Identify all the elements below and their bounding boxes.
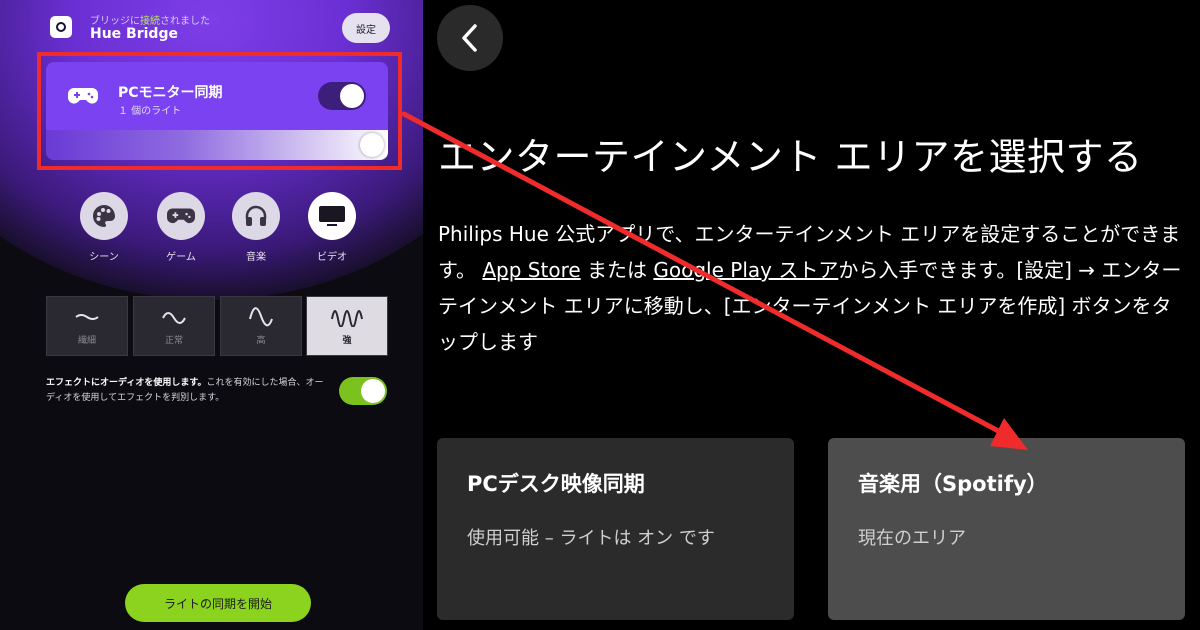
audio-toggle[interactable] bbox=[339, 377, 387, 405]
start-sync-button[interactable]: ライトの同期を開始 bbox=[125, 584, 311, 622]
wave-high-icon bbox=[249, 307, 273, 327]
area-card-title: 音楽用（Spotify） bbox=[858, 472, 1048, 496]
intensity-label: 強 bbox=[342, 336, 352, 346]
intensity-normal[interactable]: 正常 bbox=[133, 296, 215, 356]
palette-icon bbox=[93, 205, 115, 227]
mode-selector: シーン ゲーム 音楽 ビデオ bbox=[74, 192, 364, 263]
bridge-name: Hue Bridge bbox=[90, 26, 178, 42]
area-card-status: 現在のエリア bbox=[858, 528, 966, 549]
intensity-subtle[interactable]: 繊細 bbox=[46, 296, 128, 356]
headphones-icon bbox=[245, 205, 267, 226]
mode-game[interactable]: ゲーム bbox=[151, 192, 211, 263]
page-title: エンターテインメント エリアを選択する bbox=[438, 135, 1143, 179]
intensity-high[interactable]: 高 bbox=[220, 296, 302, 356]
gamepad-icon bbox=[167, 208, 195, 224]
bridge-header: ブリッジに接続されました Hue Bridge 設定 bbox=[50, 10, 390, 50]
mode-label: シーン bbox=[89, 252, 119, 263]
bridge-icon bbox=[50, 16, 72, 38]
wave-subtle-icon bbox=[75, 314, 99, 320]
mode-label: 音楽 bbox=[246, 252, 266, 263]
area-card-pc-desk[interactable]: PCデスク映像同期 使用可能 – ライトは オン です bbox=[437, 438, 794, 620]
settings-button[interactable]: 設定 bbox=[342, 13, 390, 43]
description-text: Philips Hue 公式アプリで、エンターテインメント エリアを設定すること… bbox=[438, 222, 1182, 354]
tv-icon bbox=[319, 206, 345, 226]
intensity-label: 正常 bbox=[164, 336, 183, 346]
google-play-link[interactable]: Google Play ストア bbox=[653, 258, 838, 282]
annotation-highlight-box bbox=[37, 52, 402, 170]
mode-scene[interactable]: シーン bbox=[74, 192, 134, 263]
intensity-label: 高 bbox=[256, 336, 266, 346]
wave-intense-icon bbox=[331, 310, 363, 327]
mode-music[interactable]: 音楽 bbox=[226, 192, 286, 263]
area-card-title: PCデスク映像同期 bbox=[467, 472, 645, 496]
app-store-link[interactable]: App Store bbox=[482, 258, 580, 282]
back-button[interactable] bbox=[437, 5, 503, 71]
intensity-intense[interactable]: 強 bbox=[306, 296, 388, 356]
intensity-label: 繊細 bbox=[77, 336, 96, 346]
area-card-music-spotify[interactable]: 音楽用（Spotify） 現在のエリア bbox=[828, 438, 1185, 620]
area-card-status: 使用可能 – ライトは オン です bbox=[467, 528, 715, 549]
intensity-selector: 繊細 正常 高 強 bbox=[46, 296, 389, 356]
audio-setting-text: エフェクトにオーディオを使用します。これを有効にした場合、オーディオを使用してエ… bbox=[46, 378, 324, 403]
wave-normal-icon bbox=[162, 312, 186, 324]
chevron-left-icon bbox=[462, 24, 477, 52]
bridge-status: ブリッジに接続されました bbox=[90, 16, 210, 27]
mode-label: ビデオ bbox=[317, 252, 347, 263]
mode-video[interactable]: ビデオ bbox=[302, 192, 362, 263]
mode-label: ゲーム bbox=[166, 252, 196, 263]
